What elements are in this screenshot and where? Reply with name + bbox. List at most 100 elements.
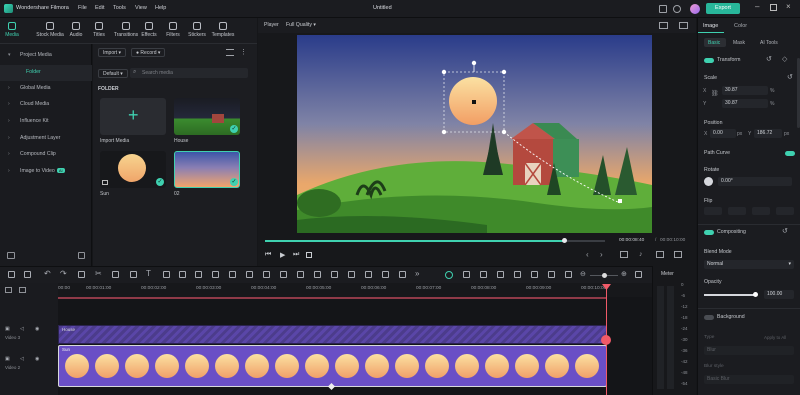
- rotate-dial[interactable]: [704, 177, 713, 186]
- apply-to-all-button[interactable]: Apply to All: [764, 335, 786, 340]
- menu-edit[interactable]: Edit: [95, 5, 104, 11]
- color-icon[interactable]: [195, 271, 202, 278]
- sidebar-item-cloud-media[interactable]: › Cloud Media: [0, 97, 92, 113]
- bg-blur-select[interactable]: Basic Blur: [704, 375, 794, 384]
- play-icon[interactable]: ▶: [280, 251, 285, 259]
- quality-dropdown[interactable]: Full Quality ▾: [286, 22, 316, 28]
- transform-toggle[interactable]: [704, 58, 714, 63]
- crop-tool-icon[interactable]: [112, 271, 119, 278]
- add-track-icon[interactable]: [5, 287, 12, 293]
- sidebar-item-folder[interactable]: Folder: [0, 65, 92, 81]
- next-frame-icon[interactable]: ⏭: [293, 251, 299, 259]
- ai-voice-icon[interactable]: [514, 271, 521, 278]
- tab-stock-media[interactable]: Stock Media: [32, 20, 68, 38]
- display-settings-icon[interactable]: [679, 22, 688, 29]
- delete-folder-icon[interactable]: [78, 252, 85, 259]
- path-curve-toggle[interactable]: [785, 151, 795, 156]
- ai-icon[interactable]: [263, 271, 270, 278]
- transform-tool-icon[interactable]: [163, 271, 170, 278]
- duration-icon[interactable]: [246, 271, 253, 278]
- subtab-mask[interactable]: Mask: [733, 40, 745, 46]
- sort-dropdown[interactable]: Default ▾: [98, 69, 128, 78]
- link-track-icon[interactable]: [19, 287, 26, 293]
- menu-file[interactable]: File: [78, 5, 87, 11]
- scale-y-field[interactable]: 30.87: [722, 99, 768, 108]
- flip-horizontal-button[interactable]: [704, 207, 722, 215]
- close-icon[interactable]: ×: [786, 2, 791, 11]
- gradient-thumbnail[interactable]: ✓: [174, 151, 240, 188]
- audio-sync-icon[interactable]: [331, 271, 338, 278]
- scale-x-field[interactable]: 30.87: [722, 86, 768, 95]
- marker-icon[interactable]: [463, 271, 470, 278]
- subtitle-icon[interactable]: [399, 271, 406, 278]
- sun-clip[interactable]: Sun: [58, 345, 607, 387]
- maximize-icon[interactable]: [770, 4, 777, 11]
- position-x-field[interactable]: 0.00: [710, 129, 736, 138]
- search-input[interactable]: ⌕ Search media: [130, 68, 248, 78]
- rotate-field[interactable]: 0.00°: [718, 177, 792, 186]
- monitor-icon[interactable]: [659, 5, 667, 13]
- stop-icon[interactable]: [306, 252, 312, 258]
- reset-icon[interactable]: ↺: [766, 55, 772, 63]
- minimize-icon[interactable]: –: [755, 2, 759, 11]
- house-clip[interactable]: House: [58, 325, 607, 344]
- blend-mode-select[interactable]: Normal ▾: [704, 260, 794, 269]
- keyframe-tool-icon[interactable]: [365, 271, 372, 278]
- tab-titles[interactable]: Titles: [89, 20, 109, 38]
- menu-help[interactable]: Help: [155, 5, 166, 11]
- fx-icon[interactable]: [280, 271, 287, 278]
- tab-audio[interactable]: Audio: [66, 20, 86, 38]
- zoom-in-icon[interactable]: ⊕: [621, 270, 627, 278]
- speed-icon[interactable]: [229, 271, 236, 278]
- tab-media[interactable]: Media: [2, 20, 22, 38]
- tab-filters[interactable]: Filters: [163, 20, 183, 38]
- select-tool-icon[interactable]: [24, 271, 31, 278]
- sun-thumbnail[interactable]: ✓: [100, 151, 166, 188]
- track-eye-icon[interactable]: ◉: [35, 326, 39, 332]
- sidebar-item-global-media[interactable]: › Global Media: [0, 81, 92, 97]
- track-eye-icon[interactable]: ◉: [35, 356, 39, 362]
- tab-effects[interactable]: Effects: [139, 20, 159, 38]
- avatar[interactable]: [690, 4, 700, 14]
- snap-icon[interactable]: [445, 271, 453, 279]
- snapshot-camera-icon[interactable]: [620, 251, 628, 258]
- track-lock-icon[interactable]: ▣: [5, 326, 10, 332]
- filter-icon[interactable]: [226, 49, 234, 56]
- delete-icon[interactable]: [78, 271, 85, 278]
- more-tools-icon[interactable]: »: [415, 269, 419, 278]
- crop-icon[interactable]: [656, 251, 664, 258]
- new-folder-icon[interactable]: [7, 252, 15, 259]
- export-button[interactable]: Export: [706, 3, 740, 14]
- prev-frame-icon[interactable]: ⏮: [265, 251, 271, 259]
- bg-type-select[interactable]: Blur: [704, 346, 794, 355]
- rotate-right-button[interactable]: [776, 207, 794, 215]
- undo-icon[interactable]: ↶: [44, 269, 51, 278]
- zoom-knob[interactable]: [602, 273, 607, 278]
- menu-view[interactable]: View: [135, 5, 147, 11]
- volume-icon[interactable]: ♪: [639, 251, 643, 258]
- ripple-icon[interactable]: [130, 271, 137, 278]
- timeline-grid-icon[interactable]: [635, 271, 642, 278]
- mark-in-icon[interactable]: ‹: [586, 250, 589, 259]
- track-lock-icon[interactable]: ▣: [5, 356, 10, 362]
- cloud-icon[interactable]: [673, 5, 681, 13]
- compositing-toggle[interactable]: [704, 230, 714, 235]
- compositing-reset-icon[interactable]: ↺: [782, 227, 788, 235]
- text-tool-icon[interactable]: T: [146, 269, 151, 278]
- tab-color[interactable]: Color: [734, 23, 747, 29]
- split-icon[interactable]: ✂: [95, 269, 102, 278]
- record-voice-icon[interactable]: [297, 271, 304, 278]
- opacity-slider[interactable]: [704, 292, 758, 297]
- audio-mix-icon[interactable]: [531, 271, 538, 278]
- time-ruler[interactable]: 00:00 00:00:01:00 00:00:02:00 00:00:03:0…: [58, 283, 652, 297]
- house-thumbnail[interactable]: ✓: [174, 98, 240, 135]
- render-icon[interactable]: [548, 271, 555, 278]
- flip-vertical-button[interactable]: [728, 207, 746, 215]
- tab-templates[interactable]: Templates: [210, 20, 236, 38]
- mask-icon[interactable]: [348, 271, 355, 278]
- sidebar-item-compound-clip[interactable]: › Compound Clip: [0, 147, 92, 163]
- mark-out-icon[interactable]: ›: [600, 250, 603, 259]
- scale-reset-icon[interactable]: ↺: [787, 73, 793, 81]
- zoom-slider[interactable]: [590, 273, 618, 278]
- sidebar-item-influence-kit[interactable]: › Influence Kit: [0, 114, 92, 130]
